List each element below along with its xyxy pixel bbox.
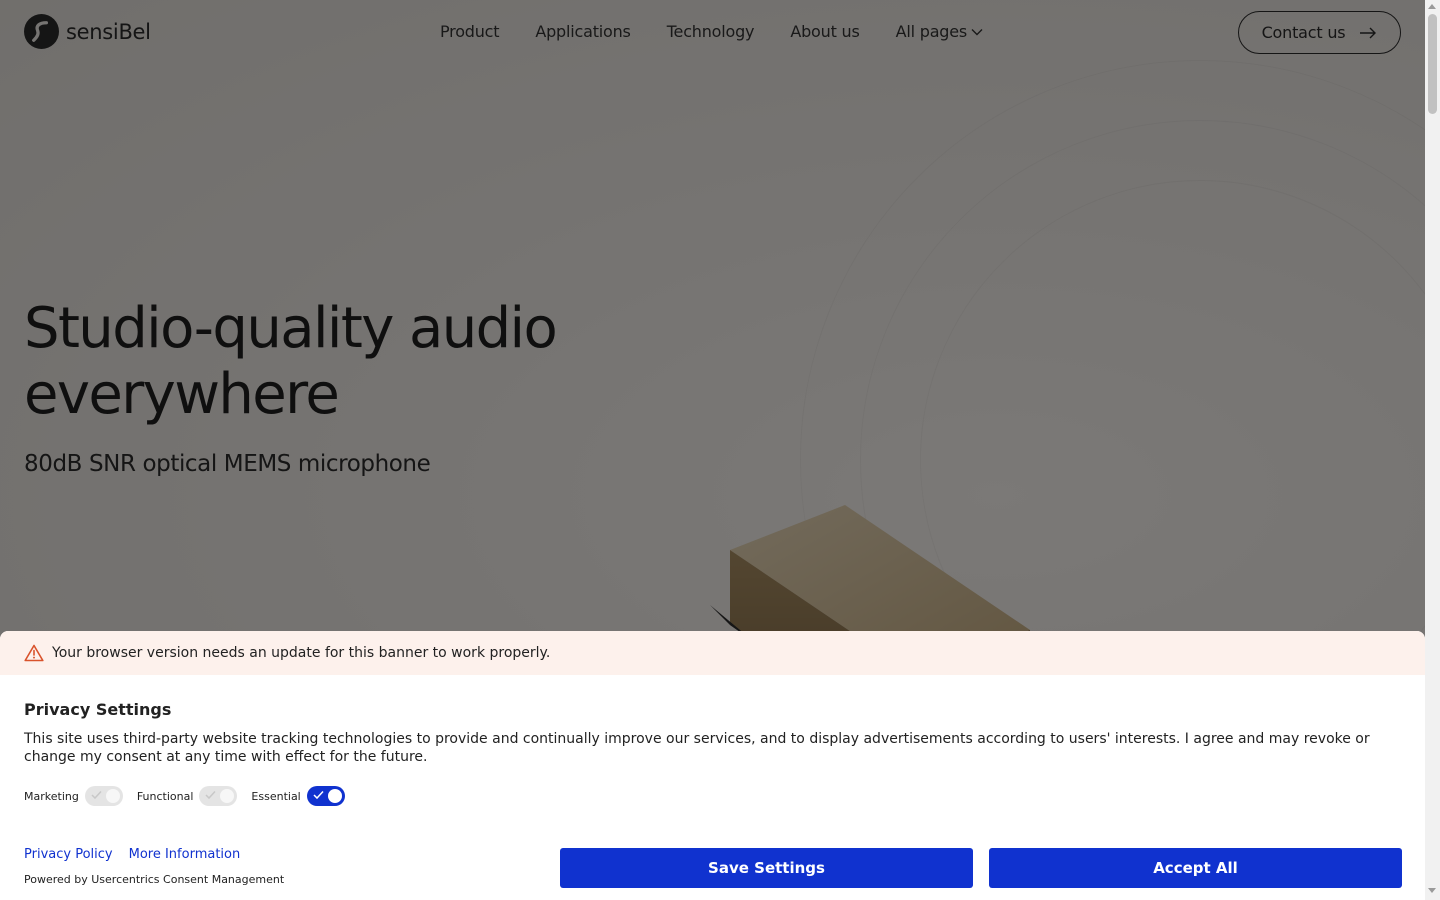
toggle-marketing[interactable] <box>84 786 123 806</box>
accept-all-button[interactable]: Accept All <box>989 848 1402 888</box>
check-icon <box>91 790 102 800</box>
warning-icon <box>24 644 44 662</box>
scroll-up-icon[interactable] <box>1428 4 1436 9</box>
toggle-knob <box>220 789 235 803</box>
more-information-link[interactable]: More Information <box>129 847 241 862</box>
privacy-settings-text: This site uses third-party website track… <box>24 731 1370 765</box>
toggle-knob <box>327 789 342 803</box>
toggle-essential[interactable] <box>306 786 345 806</box>
cookie-consent-banner: Your browser version needs an update for… <box>0 631 1425 900</box>
page-scrollbar[interactable] <box>1425 0 1440 900</box>
privacy-policy-link[interactable]: Privacy Policy <box>24 847 113 862</box>
check-icon <box>205 790 216 800</box>
toggle-label-marketing: Marketing <box>24 789 79 803</box>
scroll-thumb[interactable] <box>1428 14 1437 114</box>
privacy-settings-title: Privacy Settings <box>24 700 172 719</box>
toggle-functional[interactable] <box>199 786 238 806</box>
save-settings-button[interactable]: Save Settings <box>560 848 973 888</box>
powered-by-text: Powered by Usercentrics Consent Manageme… <box>24 873 285 886</box>
toggle-knob <box>105 789 120 803</box>
banner-links: Privacy Policy More Information <box>24 847 240 862</box>
browser-warning-text: Your browser version needs an update for… <box>52 645 551 661</box>
consent-toggles: Marketing Functional Essential <box>24 786 359 806</box>
check-icon <box>313 790 324 800</box>
toggle-label-functional: Functional <box>136 789 194 803</box>
scroll-down-icon[interactable] <box>1428 888 1436 893</box>
toggle-label-essential: Essential <box>251 789 301 803</box>
browser-warning-bar: Your browser version needs an update for… <box>0 631 1425 675</box>
